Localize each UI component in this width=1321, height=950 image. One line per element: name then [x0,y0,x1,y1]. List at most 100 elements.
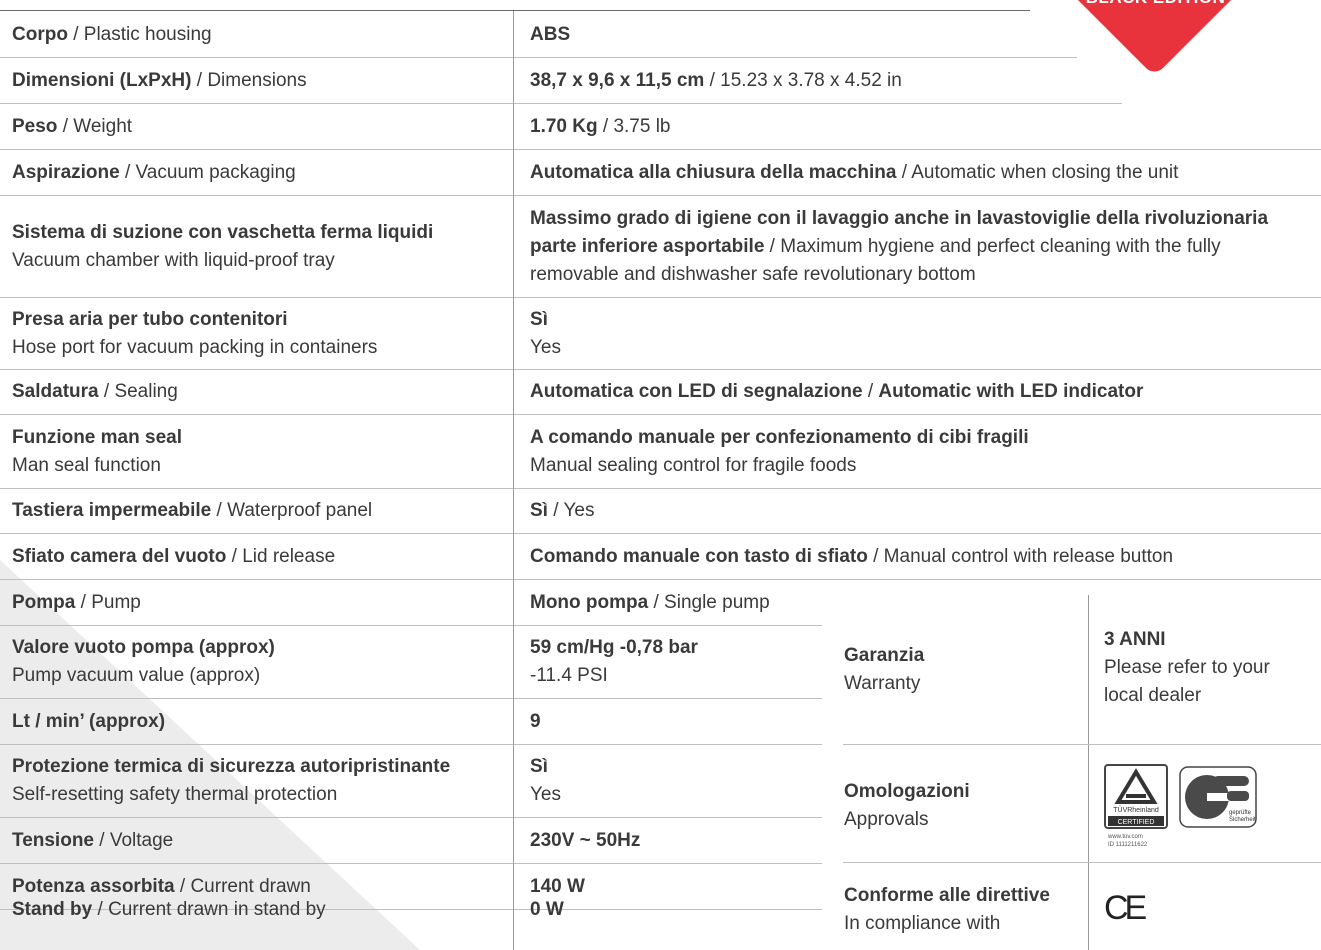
spec-label-it: Tensione [12,829,94,851]
spec-label: Valore vuoto pompa (approx) Pump vacuum v… [12,626,507,698]
approvals-label-it: Omologazioni [844,781,970,802]
warranty-value: 3 ANNI Please refer to your local dealer [1104,626,1314,710]
table-row: Sfiato camera del vuoto / Lid release Com… [0,534,1321,580]
spec-value-it: 9 [530,710,541,732]
spec-label-en: Hose port for vacuum packing in containe… [12,336,378,358]
gs-text-2: Sicherheit [1229,817,1256,823]
table-row: Sistema di suzione con vaschetta ferma l… [0,196,1321,298]
spec-value: Sì Yes [530,745,815,817]
warranty-value-bold: 3 ANNI [1104,629,1166,650]
spec-value-it: ABS [530,23,571,45]
tuv-url: www.tuv.com [1107,834,1143,840]
spec-label-it: Tastiera impermeabile [12,500,212,521]
spec-value-en: Yes [563,500,595,521]
spec-value-en: -11.4 PSI [530,665,608,686]
spec-value-en: 3.75 lb [613,115,671,137]
spec-label: Peso / Weight [12,115,133,137]
spec-label: Funzione man seal Man seal function [12,415,507,488]
spec-label-en: Plastic housing [83,23,212,45]
approvals-label: Omologazioni Approvals [844,776,1074,836]
tuv-certified-logo: TÜVRheinland CERTIFIED www.tuv.com ID 11… [1104,764,1168,848]
gs-text-1: geprüfte [1229,810,1252,816]
spec-label-en: Vacuum chamber with liquid-proof tray [12,249,335,271]
spec-label-it: Protezione termica di sicurezza autoripr… [12,756,451,777]
spec-label: Presa aria per tubo contenitori Hose port… [12,298,507,369]
spec-label-en: Weight [73,115,133,137]
spec-label-it: Saldatura [12,381,99,402]
spec-label-en: Waterproof panel [227,500,373,521]
spec-label-en: Current drawn in stand by [108,899,326,920]
table-row: Pompa / Pump Mono pompa / Single pump [0,580,822,626]
spec-label: Sistema di suzione con vaschetta ferma l… [12,196,507,297]
warranty-label: Garanzia Warranty [844,640,1074,700]
spec-label-en: Lid release [242,545,336,567]
right-divider-2 [843,862,1321,863]
spec-value: 1.70 Kg / 3.75 lb [530,115,671,137]
table-row: Corpo / Plastic housing ABS [0,12,1077,58]
edition-badge-label: BLACK EDITION [1068,0,1243,8]
table-row: Aspirazione / Vacuum packaging Automatica… [0,150,1321,196]
spec-value: A comando manuale per confezionamento di… [530,415,1290,488]
spec-value-en: Automatic with LED indicator [878,381,1144,402]
spec-label-it: Aspirazione [12,161,120,183]
spec-label-en: Voltage [109,829,174,851]
spec-value-en: 15.23 x 3.78 x 4.52 in [720,69,902,91]
spec-label: Lt / min’ (approx) [12,699,507,744]
table-top-border [0,10,1030,11]
spec-label-en: Man seal function [12,454,161,476]
spec-value-it: Sì [530,756,548,777]
spec-label-it: Corpo [12,23,68,45]
spec-label-en: Vacuum packaging [135,161,296,183]
table-row: Protezione termica di sicurezza autoripr… [0,745,822,818]
table-row: Peso / Weight 1.70 Kg / 3.75 lb [0,104,1321,150]
table-row: Lt / min’ (approx) 9 [0,699,822,745]
table-row: Dimensioni (LxPxH) / Dimensions 38,7 x 9,… [0,58,1122,104]
spec-value: Sì / Yes [530,500,595,521]
spec-value-en: Single pump [664,591,770,613]
spec-value: Comando manuale con tasto di sfiato / Ma… [530,545,1174,567]
table-row: Funzione man seal Man seal function A coma… [0,415,1321,489]
spec-value: ABS [530,12,1290,57]
tuv-certified: CERTIFIED [1118,819,1155,826]
right-divider-1 [843,744,1321,745]
compliance-label: Conforme alle direttive In compliance wi… [844,880,1084,940]
spec-value: 38,7 x 9,6 x 11,5 cm / 15.23 x 3.78 x 4.… [530,69,902,91]
spec-value: Massimo grado di igiene con il lavaggio … [530,207,1269,285]
spec-value-en: Yes [530,336,561,358]
spec-label: Protezione termica di sicurezza autoripr… [12,745,507,817]
tuv-id: ID 1111211622 [1108,842,1148,848]
spec-label-en: Dimensions [207,69,307,91]
column-divider [513,11,514,950]
table-row: Valore vuoto pompa (approx) Pump vacuum v… [0,626,822,699]
warranty-value-text: Please refer to your local dealer [1104,657,1270,706]
spec-value-it: 1.70 Kg [530,115,598,137]
spec-label: Aspirazione / Vacuum packaging [12,161,296,183]
spec-label-it: Funzione man seal [12,426,182,448]
spec-value-it: 59 cm/Hg -0,78 bar [530,637,698,658]
spec-label-it: Stand by [12,899,93,920]
spec-value: Sì Yes [530,298,1290,369]
spec-label: Tensione / Voltage [12,829,174,851]
spec-label-it: Potenza assorbita [12,875,175,897]
table-row: Tastiera impermeabile / Waterproof panel… [0,489,1321,534]
spec-value: Automatica con LED di segnalazione / Aut… [530,381,1144,402]
warranty-label-it: Garanzia [844,645,925,666]
spec-value: 9 [530,699,815,744]
spec-label-en: Self-resetting safety thermal protection [12,784,338,805]
spec-value-it: 0 W [530,899,564,920]
spec-label-it: Valore vuoto pompa (approx) [12,637,275,658]
spec-label-it: Presa aria per tubo contenitori [12,308,288,330]
table-row: Tensione / Voltage 230V ~ 50Hz [0,818,822,864]
gs-s-icon [1213,776,1249,786]
spec-label: Sfiato camera del vuoto / Lid release [12,545,336,567]
spec-value-it: Comando manuale con tasto di sfiato [530,545,868,567]
spec-label: Dimensioni (LxPxH) / Dimensions [12,69,307,91]
spec-label-it: Lt / min’ (approx) [12,710,166,732]
spec-label-it: Sfiato camera del vuoto [12,545,227,567]
table-row: Presa aria per tubo contenitori Hose port… [0,298,1321,370]
spec-label: Pompa / Pump [12,591,141,613]
spec-label: Tastiera impermeabile / Waterproof panel [12,500,373,521]
spec-value: 230V ~ 50Hz [530,818,815,863]
spec-value: Mono pompa / Single pump [530,591,770,613]
spec-value-it: Mono pompa [530,591,649,613]
